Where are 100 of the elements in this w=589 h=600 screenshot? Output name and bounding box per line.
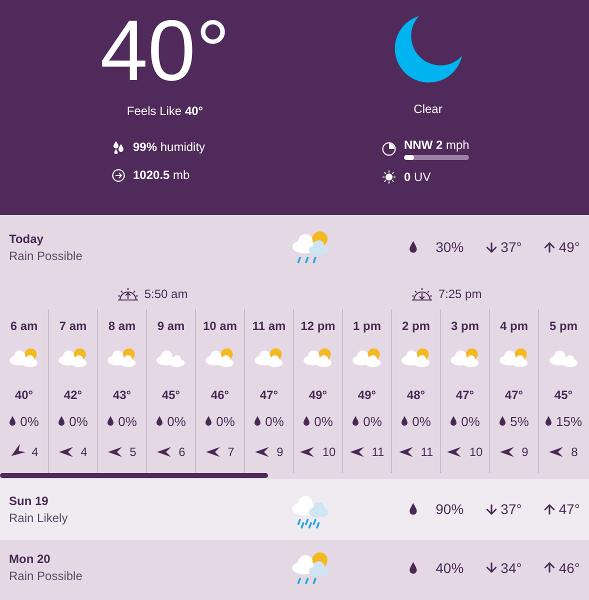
- sunset-icon: [411, 287, 434, 301]
- wind-arrow-icon: [156, 446, 171, 457]
- wind-gauge-icon: [382, 142, 396, 156]
- raindrop-icon: [544, 416, 552, 426]
- hour-label: 1 pm: [352, 319, 381, 335]
- raindrop-icon: [401, 416, 408, 426]
- raindrop-icon: [9, 416, 16, 426]
- hour-temp: 40°: [14, 388, 34, 402]
- raindrop-icon: [205, 416, 212, 426]
- hour-precip: 5%: [510, 414, 529, 429]
- wind-arrow-icon: [300, 446, 314, 457]
- hour-temp: 46°: [210, 388, 230, 402]
- hour-wind: 7: [228, 444, 234, 459]
- high-temp: 46°: [558, 560, 580, 576]
- hour-precip: 15%: [556, 414, 582, 429]
- humidity: 99% humidity: [133, 140, 206, 154]
- sunrise-time: 5:50 am: [144, 287, 188, 301]
- low-temp: 37°: [500, 501, 522, 518]
- hour-wind: 9: [276, 444, 284, 459]
- raindrop-icon: [303, 416, 310, 426]
- pressure: 1020.5 mb: [133, 168, 190, 182]
- sunrise-icon: [117, 287, 140, 301]
- hour-precip: 0%: [265, 414, 284, 429]
- hour-label: 3 pm: [450, 319, 479, 335]
- hour-label: 2 pm: [402, 319, 430, 335]
- hour-label: 5 pm: [549, 319, 578, 335]
- hour-label: 4 pm: [500, 319, 528, 335]
- hour-wind: 11: [420, 444, 434, 459]
- hour-precip: 0%: [412, 414, 431, 429]
- hour-precip: 0%: [216, 414, 235, 429]
- day-summary: Rain Possible: [9, 569, 84, 584]
- arrow-down-icon: [484, 560, 499, 576]
- wind-arrow-icon: [254, 446, 269, 457]
- wind-arrow-icon: [500, 446, 514, 457]
- raindrop-icon: [107, 416, 114, 426]
- humidity-icon: [112, 140, 125, 154]
- hour-precip: 0%: [20, 414, 39, 429]
- sunset-time: 7:25 pm: [438, 287, 482, 301]
- feels-like: Feels Like 40°: [126, 104, 204, 118]
- day-name: Today: [9, 232, 44, 246]
- high-temp: 47°: [558, 501, 580, 518]
- hour-temp: 49°: [358, 388, 376, 402]
- wind-speed: NNW 2 mph: [404, 138, 470, 152]
- hour-temp: 45°: [554, 388, 573, 402]
- hour-precip: 0%: [461, 414, 480, 429]
- hour-label: 12 pm: [300, 319, 336, 335]
- pressure-icon: [112, 168, 125, 182]
- raindrop-icon: [409, 503, 418, 516]
- hour-label: 10 am: [202, 319, 238, 335]
- sun-icon: [382, 170, 396, 184]
- day-row[interactable]: Sun 19 Rain Likely 90% 37° 47°: [0, 478, 589, 540]
- hour-wind: 4: [80, 444, 88, 459]
- hour-wind: 10: [469, 444, 483, 459]
- hour-temp: 47°: [260, 388, 278, 402]
- hour-precip: 0%: [69, 414, 88, 429]
- hour-wind: 8: [571, 444, 578, 459]
- low-temp: 34°: [500, 560, 522, 576]
- wind-arrow-icon: [58, 446, 73, 457]
- day-summary: Rain Likely: [9, 510, 69, 525]
- hour-wind: 10: [322, 444, 336, 459]
- hour-temp: 48°: [406, 388, 426, 402]
- hour-label: 11 am: [252, 319, 286, 335]
- wind-arrow-icon: [549, 446, 564, 457]
- hour-temp: 49°: [308, 388, 328, 402]
- wind-arrow-icon: [108, 446, 122, 457]
- raindrop-icon: [254, 416, 262, 426]
- uv-index: 0 UV: [404, 170, 431, 184]
- hour-temp: 45°: [162, 388, 180, 402]
- hour-label: 6 am: [10, 319, 38, 335]
- arrow-down-icon: [484, 502, 499, 517]
- hour-wind: 11: [372, 444, 384, 459]
- hour-wind: 4: [32, 444, 38, 459]
- wind-arrow-icon: [206, 446, 220, 457]
- hour-precip: 0%: [314, 414, 333, 429]
- hour-temp: 42°: [64, 388, 82, 402]
- scrollbar-thumb[interactable]: [0, 472, 268, 478]
- wind-arrow-icon: [350, 446, 364, 457]
- hour-wind: 6: [178, 444, 186, 459]
- hour-label: 7 am: [59, 319, 87, 335]
- precip-chance: 40%: [436, 560, 464, 576]
- hour-temp: 43°: [112, 388, 132, 402]
- precip-chance: 90%: [436, 501, 464, 518]
- temperature: 40°: [100, 8, 230, 92]
- hour-wind: 9: [522, 444, 528, 459]
- condition: Clear: [414, 102, 442, 116]
- hour-temp: 47°: [456, 388, 474, 402]
- hour-precip: 0%: [118, 414, 137, 429]
- raindrop-icon: [156, 416, 164, 426]
- day-summary: Rain Possible: [9, 248, 84, 262]
- raindrop-icon: [352, 416, 360, 426]
- raindrop-icon: [450, 416, 458, 426]
- wind-arrow-icon: [398, 446, 413, 457]
- low-temp: 37°: [500, 239, 522, 255]
- day-name: Sun 19: [9, 494, 50, 508]
- hour-label: 8 am: [108, 319, 136, 335]
- hour-wind: 5: [130, 444, 136, 459]
- precip-chance: 30%: [436, 239, 464, 255]
- raindrop-icon: [499, 416, 506, 426]
- hour-temp: 47°: [504, 388, 524, 402]
- raindrop-icon: [409, 241, 418, 253]
